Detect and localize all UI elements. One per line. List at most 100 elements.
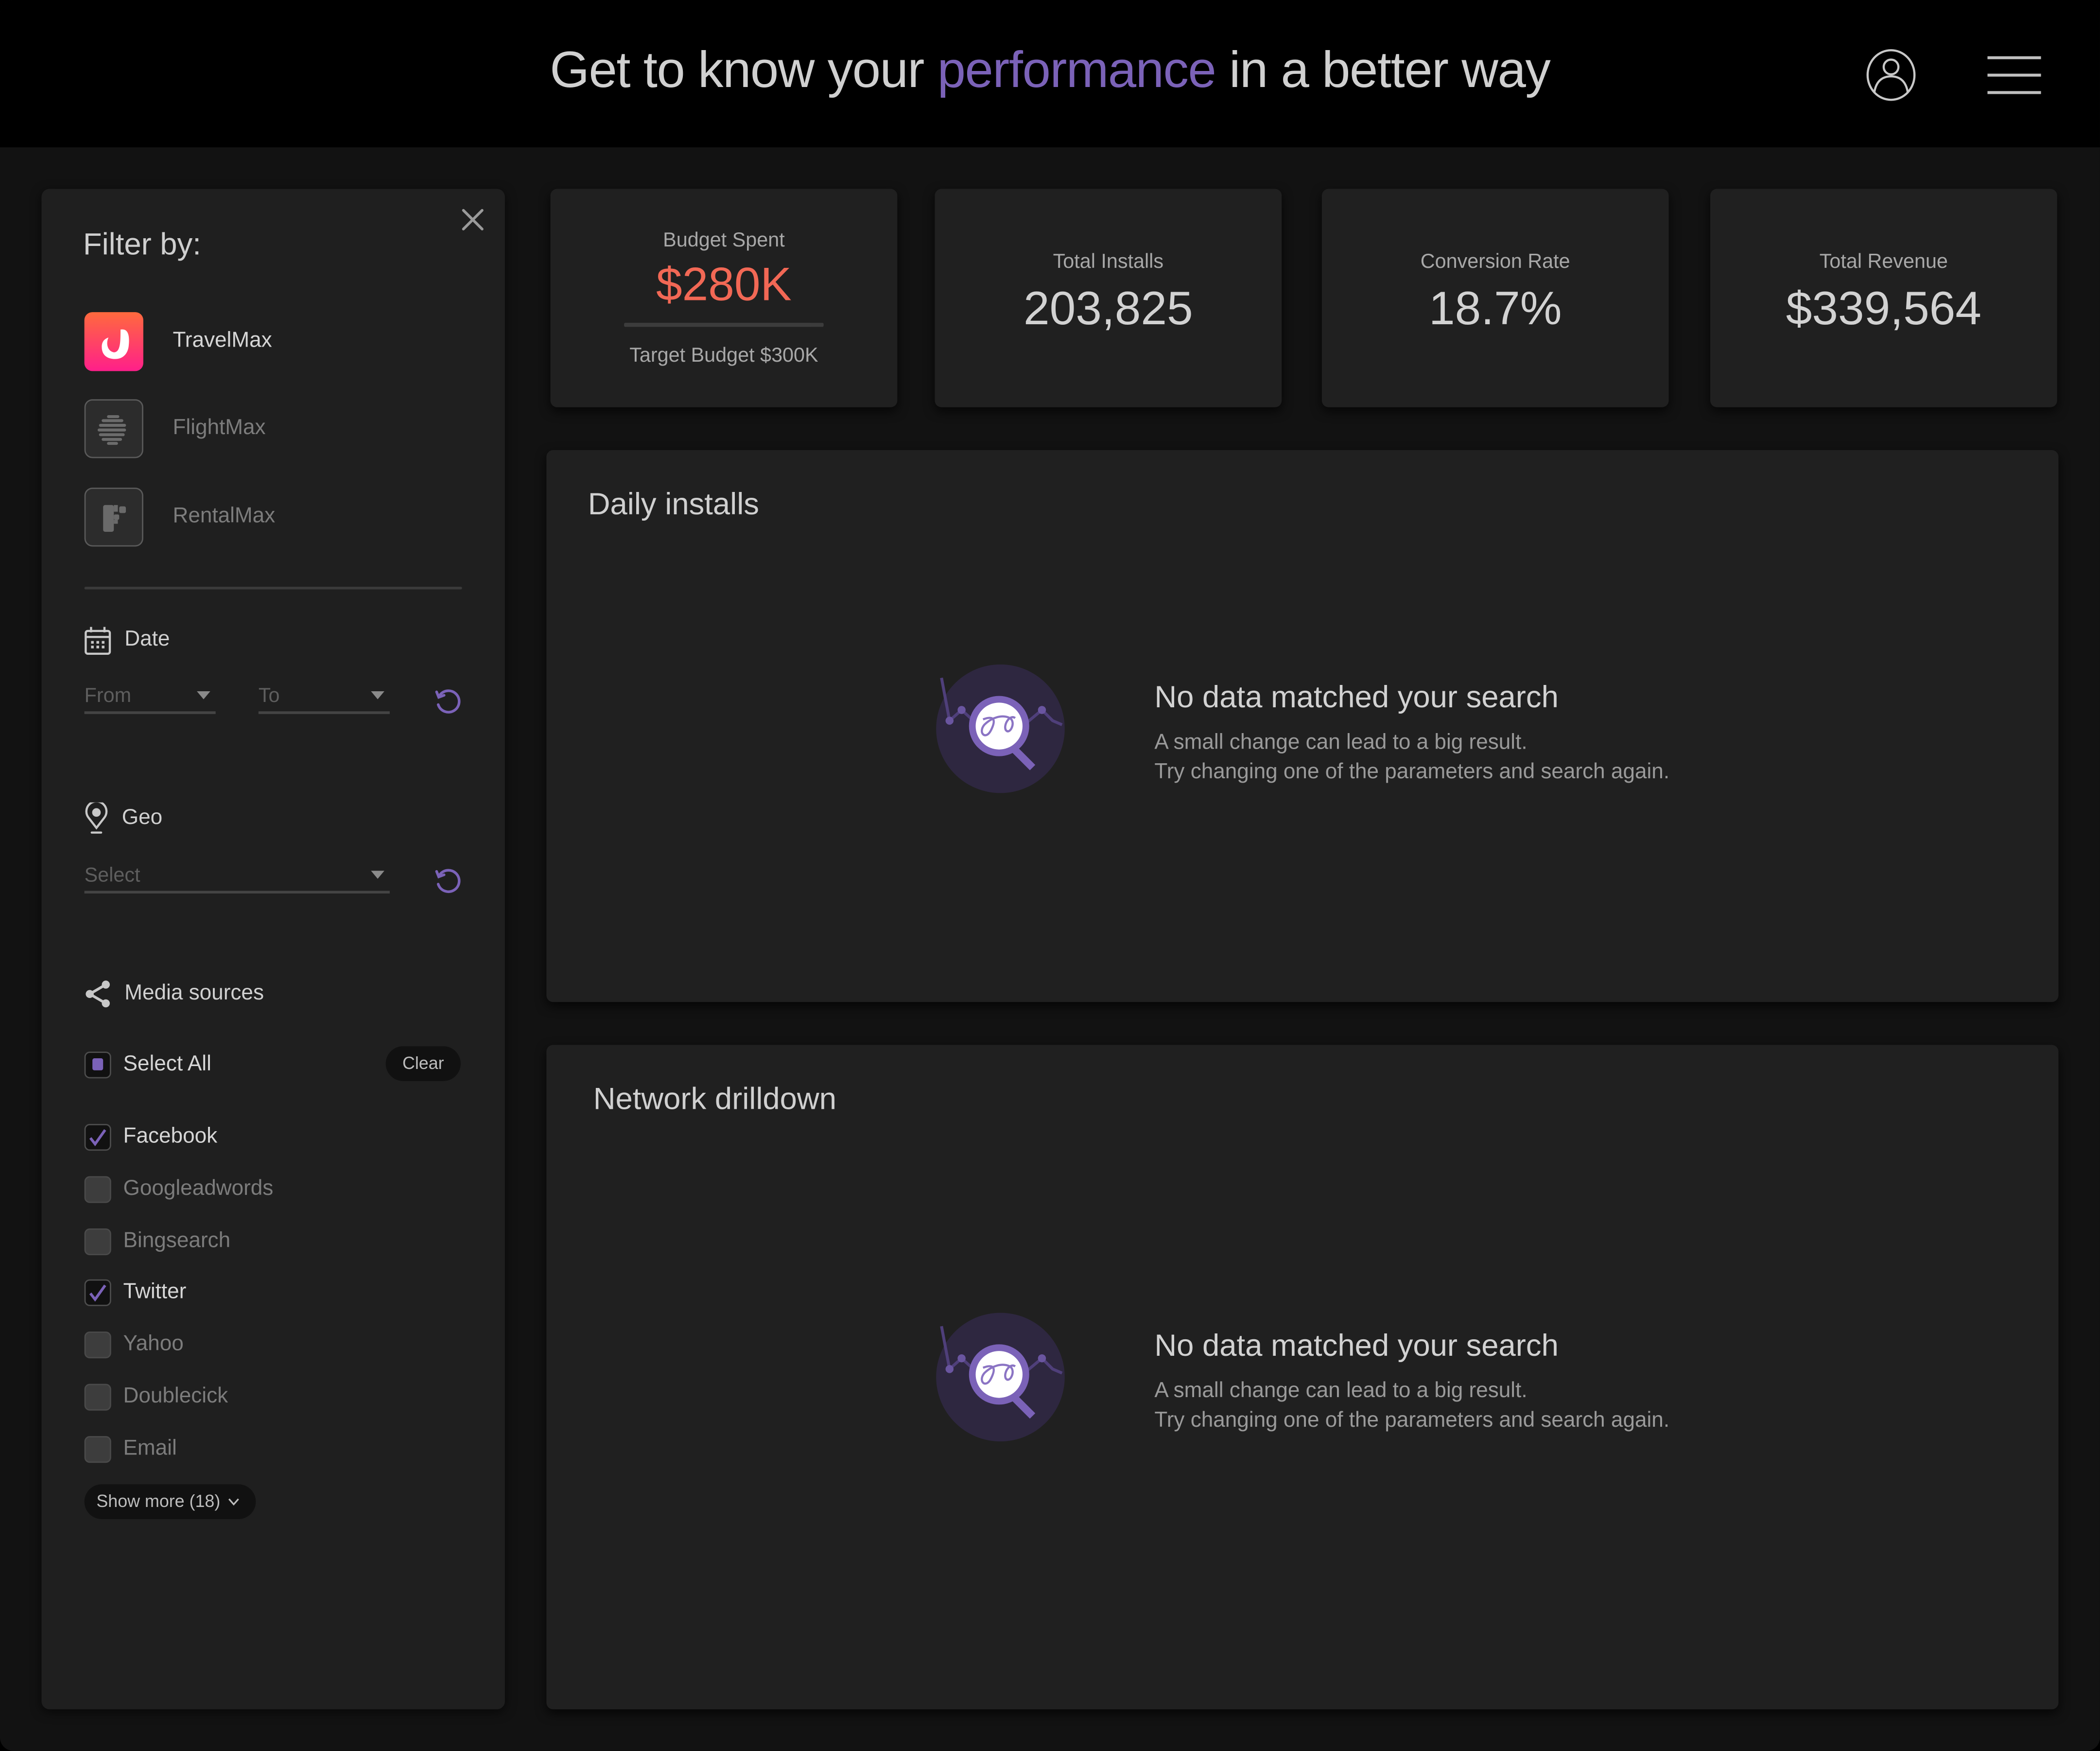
clear-button[interactable]: Clear (385, 1046, 461, 1081)
geo-label: Geo (121, 806, 163, 829)
title-text: Get to know your (550, 43, 937, 99)
empty-state-text: A small change can lead to a big result. (1154, 1380, 1527, 1403)
chevron-down-icon (371, 691, 384, 700)
chevron-down-icon (197, 691, 210, 700)
media-source-label: Twitter (123, 1281, 187, 1304)
menu-button[interactable] (1987, 53, 2041, 96)
budget-progress-fill (624, 323, 811, 327)
kpi-budget-spent: Budget Spent $280K Target Budget $300K (550, 189, 898, 407)
checkbox-unchecked (84, 1436, 111, 1463)
kpi-value: 203,825 (1024, 282, 1193, 335)
kpi-subtext: Target Budget $300K (629, 344, 818, 368)
media-source-label: Bingsearch (123, 1229, 231, 1252)
from-placeholder: From (84, 684, 132, 708)
geo-reset-button[interactable] (433, 867, 462, 896)
media-source-checkbox[interactable]: Email (84, 1436, 177, 1463)
geo-section-header: Geo (85, 802, 163, 835)
checkbox-unchecked (84, 1227, 111, 1255)
checkbox-unchecked (84, 1331, 111, 1359)
checkmark-icon (89, 1285, 106, 1302)
top-header: Get to know your performance in a better… (0, 0, 2100, 148)
kpi-label: Conversion Rate (1420, 250, 1570, 274)
daily-installs-panel: Daily installs No data matched your sear… (546, 450, 2059, 1002)
media-source-label: Doublecick (123, 1385, 228, 1408)
rentalmax-logo-icon (84, 488, 143, 547)
media-source-checkbox[interactable]: Doublecick (84, 1383, 228, 1411)
kpi-label: Total Revenue (1819, 250, 1948, 274)
app-label: TravelMax (173, 329, 272, 352)
show-more-button[interactable]: Show more (18) (84, 1484, 257, 1519)
filter-sidebar: Filter by: TravelMax FlightMax RentalMax… (41, 189, 505, 1710)
divider (84, 586, 462, 590)
chevron-down-icon (371, 871, 384, 879)
location-pin-icon (85, 802, 108, 834)
reset-icon (435, 689, 461, 714)
title-text-end: in a better way (1215, 43, 1551, 99)
no-data-search-icon (935, 663, 1066, 794)
empty-state-text: A small change can lead to a big result. (1154, 731, 1527, 754)
kpi-label: Budget Spent (663, 229, 785, 252)
hamburger-menu-icon (1987, 56, 2041, 94)
media-source-label: Yahoo (123, 1333, 184, 1356)
kpi-total-installs: Total Installs 203,825 (935, 189, 1282, 407)
checkbox-unchecked (84, 1175, 111, 1203)
select-all-label: Select All (123, 1052, 211, 1076)
select-all-checkbox[interactable]: Select All (84, 1051, 211, 1079)
media-source-label: Googleadwords (123, 1177, 274, 1200)
show-more-label: Show more (18) (96, 1491, 221, 1511)
kpi-value: $339,564 (1786, 282, 1982, 335)
app-item-travelmax[interactable]: TravelMax (84, 312, 272, 371)
empty-state-title: No data matched your search (1154, 1327, 1559, 1363)
checkbox-checked (84, 1124, 111, 1151)
media-sources-label: Media sources (124, 981, 264, 1005)
to-placeholder: To (258, 684, 280, 708)
panel-title: Daily installs (588, 486, 760, 521)
travelmax-logo-icon (84, 312, 143, 371)
close-icon (462, 209, 484, 230)
checkbox-unchecked (84, 1383, 111, 1411)
user-profile-button[interactable] (1864, 48, 1918, 102)
media-source-checkbox[interactable]: Twitter (84, 1279, 187, 1307)
user-circle-icon (1866, 49, 1916, 101)
app-label: FlightMax (173, 417, 266, 439)
checkbox-checked (84, 1279, 111, 1307)
date-label: Date (124, 628, 170, 651)
media-source-checkbox[interactable]: Facebook (84, 1124, 218, 1151)
date-reset-button[interactable] (433, 687, 462, 717)
media-source-checkbox[interactable]: Googleadwords (84, 1175, 274, 1203)
app-item-flightmax[interactable]: FlightMax (84, 399, 266, 458)
media-source-checkbox[interactable]: Bingsearch (84, 1227, 231, 1255)
media-sources-header: Media sources (85, 979, 264, 1009)
kpi-conversion-rate: Conversion Rate 18.7% (1321, 189, 1669, 407)
date-from-dropdown[interactable]: From (84, 684, 216, 714)
page-title: Get to know your performance in a better… (0, 43, 2100, 100)
kpi-value: $280K (656, 258, 792, 311)
date-to-dropdown[interactable]: To (258, 684, 390, 714)
calendar-icon (85, 627, 111, 655)
share-icon (86, 981, 110, 1008)
empty-state-text: Try changing one of the parameters and s… (1154, 1409, 1670, 1432)
empty-state-title: No data matched your search (1154, 679, 1559, 714)
app-item-rentalmax[interactable]: RentalMax (84, 488, 276, 547)
flightmax-logo-icon (84, 399, 143, 458)
date-section-header: Date (85, 626, 170, 655)
network-drilldown-panel: Network drilldown No data matched your s… (546, 1045, 2059, 1710)
panel-title: Network drilldown (593, 1081, 836, 1116)
empty-state-text: Try changing one of the parameters and s… (1154, 761, 1670, 784)
budget-progress-bar (624, 323, 824, 327)
filter-title: Filter by: (83, 226, 201, 262)
no-data-search-icon (935, 1312, 1066, 1443)
title-accent: performance (937, 43, 1216, 99)
media-source-label: Facebook (123, 1125, 218, 1148)
media-source-checkbox[interactable]: Yahoo (84, 1331, 184, 1359)
chevron-down-icon (229, 1498, 240, 1506)
kpi-total-revenue: Total Revenue $339,564 (1710, 189, 2057, 407)
app-label: RentalMax (173, 505, 276, 528)
kpi-label: Total Installs (1053, 250, 1164, 274)
checkmark-icon (89, 1129, 106, 1146)
kpi-value: 18.7% (1428, 282, 1562, 335)
close-sidebar-button[interactable] (459, 206, 486, 233)
geo-placeholder: Select (84, 864, 140, 887)
checkbox-indeterminate (84, 1051, 111, 1079)
geo-select-dropdown[interactable]: Select (84, 864, 390, 894)
